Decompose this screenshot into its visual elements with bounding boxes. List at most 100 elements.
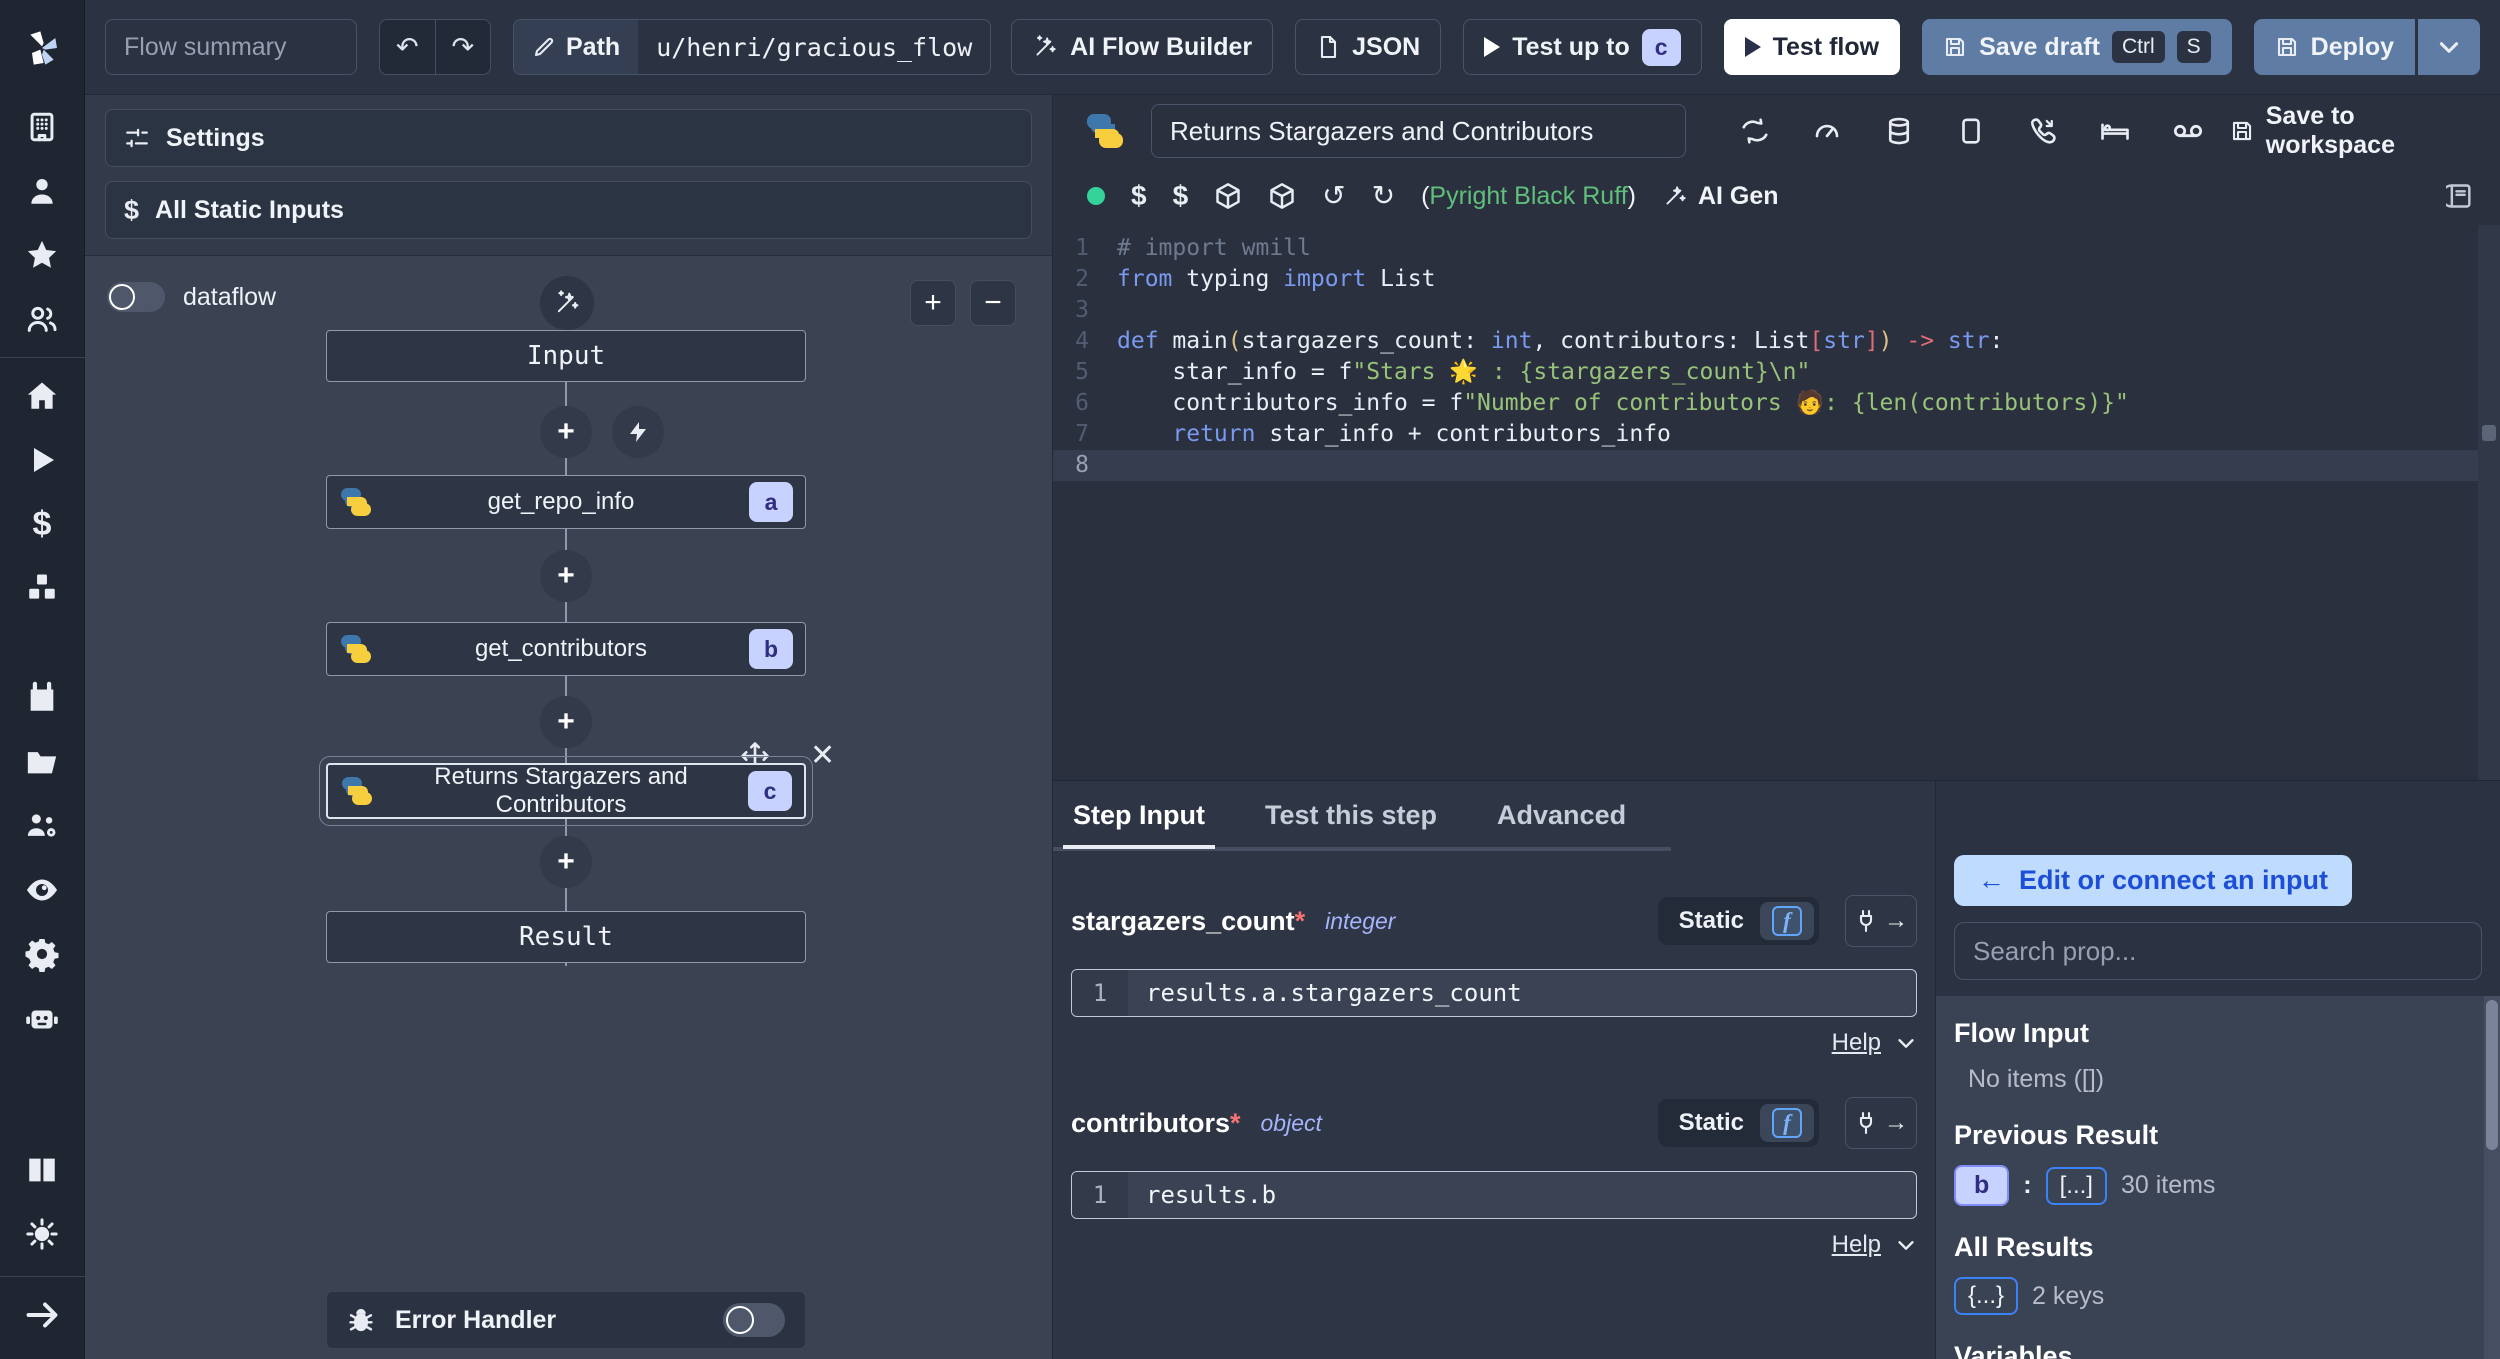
suspend-phone-icon[interactable]	[2028, 116, 2058, 146]
save-to-workspace-button[interactable]: Save to workspace	[2230, 102, 2474, 160]
theme-sun-icon[interactable]	[0, 1202, 85, 1266]
save-draft-button[interactable]: Save draft Ctrl S	[1922, 19, 2232, 75]
expression-input[interactable]: 1 results.b	[1071, 1171, 1917, 1219]
all-results-value-chip[interactable]: {...}	[1954, 1277, 2019, 1315]
input-node[interactable]: Input	[326, 330, 806, 382]
connect-input-plug-button[interactable]: →	[1845, 1097, 1917, 1149]
error-handler-node[interactable]: Error Handler	[326, 1291, 806, 1349]
script-docs-book-icon[interactable]	[2446, 182, 2474, 210]
resource-dollar-icon[interactable]: $	[1173, 182, 1189, 210]
result-node[interactable]: Result	[326, 911, 806, 963]
cache-database-icon[interactable]	[1884, 116, 1914, 146]
dataflow-toggle[interactable]	[107, 282, 165, 312]
runs-icon[interactable]	[0, 428, 85, 492]
code-line[interactable]: 7 return star_info + contributors_info	[1053, 419, 2500, 450]
trigger-bolt-button[interactable]	[612, 406, 664, 458]
variable-dollar-icon[interactable]: $	[1131, 182, 1147, 210]
flow-settings-button[interactable]: Settings	[105, 109, 1032, 167]
step-title-input[interactable]	[1151, 104, 1686, 158]
json-button[interactable]: JSON	[1295, 19, 1442, 75]
settings-gear-icon[interactable]	[0, 922, 85, 986]
flow-summary-input[interactable]	[105, 19, 357, 75]
chevron-down-icon[interactable]	[1895, 1032, 1917, 1054]
mock-voicemail-icon[interactable]	[2172, 115, 2204, 147]
add-step-button[interactable]: +	[540, 550, 592, 602]
step-node-label: Returns Stargazers and Contributors	[434, 763, 688, 818]
ai-flow-builder-button[interactable]: AI Flow Builder	[1011, 19, 1274, 75]
groups-admin-icon[interactable]	[0, 794, 85, 858]
tab-step-input[interactable]: Step Input	[1063, 784, 1215, 849]
user-icon[interactable]	[0, 159, 85, 223]
editor-scrollbar[interactable]	[2478, 225, 2500, 780]
folders-icon[interactable]	[0, 730, 85, 794]
ai-gen-button[interactable]: AI Gen	[1662, 182, 1779, 211]
search-prop-input[interactable]	[1954, 922, 2482, 980]
workers-robot-icon[interactable]	[0, 986, 85, 1050]
test-flow-button[interactable]: Test flow	[1723, 19, 1901, 75]
docs-book-icon[interactable]	[0, 1138, 85, 1202]
test-up-to-button[interactable]: Test up to c	[1463, 19, 1702, 75]
test-up-to-label: Test up to	[1512, 32, 1630, 61]
retries-repeat-icon[interactable]	[1740, 116, 1770, 146]
code-line[interactable]: 1 # import wmill	[1053, 233, 2500, 264]
tab-test-this-step[interactable]: Test this step	[1263, 784, 1439, 847]
previous-result-value-chip[interactable]: [...]	[2045, 1166, 2107, 1205]
code-line[interactable]: 6 contributors_info = f "Number of contri…	[1053, 388, 2500, 419]
previous-result-key-chip[interactable]: b	[1954, 1165, 2010, 1206]
home-icon[interactable]	[0, 364, 85, 428]
zoom-out-button[interactable]: −	[970, 280, 1016, 326]
delete-step-icon[interactable]: ✕	[810, 738, 835, 773]
redo-button[interactable]: ↷	[436, 20, 491, 74]
error-handler-toggle[interactable]	[723, 1303, 785, 1337]
code-line[interactable]: 5 star_info = f "Stars 🌟 : {stargazers_co…	[1053, 357, 2500, 388]
help-link[interactable]: Help	[1832, 1231, 1881, 1259]
ai-wand-button[interactable]	[540, 276, 594, 330]
add-step-button[interactable]: +	[540, 406, 592, 458]
star-icon[interactable]	[0, 223, 85, 287]
windmill-logo[interactable]	[0, 0, 84, 95]
step-node-a[interactable]: get_repo_info a	[326, 475, 806, 529]
audit-logs-icon[interactable]	[0, 858, 85, 922]
expand-sidebar-icon[interactable]	[0, 1283, 85, 1347]
timeout-rect-icon[interactable]	[1956, 116, 1986, 146]
code-editor[interactable]: 1 # import wmill 2 from typing import List 3…	[1053, 225, 2500, 780]
code-assistants-status[interactable]: (Pyright Black Ruff)	[1421, 182, 1636, 211]
reload-rotate-cw-icon[interactable]: ↻	[1372, 182, 1395, 210]
code-line[interactable]: 4 def main(stargazers_count: int, contrib…	[1053, 326, 2500, 357]
code-line[interactable]: 3	[1053, 295, 2500, 326]
early-stop-gauge-icon[interactable]	[1812, 116, 1842, 146]
deploy-label: Deploy	[2310, 32, 2394, 61]
variables-icon[interactable]: $	[0, 492, 85, 556]
zoom-in-button[interactable]: +	[910, 280, 956, 326]
deploy-button[interactable]: Deploy	[2253, 19, 2415, 75]
all-static-inputs-button[interactable]: $ All Static Inputs	[105, 181, 1032, 239]
connect-input-plug-button[interactable]: →	[1845, 895, 1917, 947]
help-link[interactable]: Help	[1832, 1029, 1881, 1057]
code-line[interactable]: 2 from typing import List	[1053, 264, 2500, 295]
path-value[interactable]: u/henri/gracious_flow	[638, 20, 991, 74]
code-line[interactable]: 8	[1053, 450, 2500, 481]
add-step-button[interactable]: +	[540, 696, 592, 748]
resources-icon[interactable]	[0, 556, 85, 620]
chevron-down-icon[interactable]	[1895, 1234, 1917, 1256]
expression-input[interactable]: 1 results.a.stargazers_count	[1071, 969, 1917, 1017]
step-node-c-selected[interactable]: Returns Stargazers and Contributors c	[319, 756, 813, 826]
path-control[interactable]: Path u/henri/gracious_flow	[513, 19, 992, 75]
static-javascript-toggle[interactable]: Static f	[1657, 897, 1819, 945]
tab-advanced[interactable]: Advanced	[1495, 784, 1628, 847]
undo-button[interactable]: ↶	[380, 20, 436, 74]
editor-pane: Save to workspace $ $ ↺ ↻ (Pyright Black…	[1052, 95, 2500, 780]
deploy-dropdown-button[interactable]	[2418, 19, 2480, 75]
connect-panel-scrollbar[interactable]	[2484, 996, 2500, 1359]
users-icon[interactable]	[0, 287, 85, 351]
workspace-icon[interactable]	[0, 95, 85, 159]
step-node-b[interactable]: get_contributors b	[326, 622, 806, 676]
reset-rotate-ccw-icon[interactable]: ↺	[1322, 182, 1345, 210]
static-javascript-toggle[interactable]: Static f	[1657, 1099, 1819, 1147]
package-icon[interactable]	[1214, 182, 1242, 210]
sleep-bed-icon[interactable]	[2100, 116, 2130, 146]
schedules-icon[interactable]	[0, 666, 85, 730]
package-icon[interactable]	[1268, 182, 1296, 210]
add-step-button[interactable]: +	[540, 836, 592, 888]
edit-or-connect-input-button[interactable]: ← Edit or connect an input	[1954, 855, 2352, 906]
